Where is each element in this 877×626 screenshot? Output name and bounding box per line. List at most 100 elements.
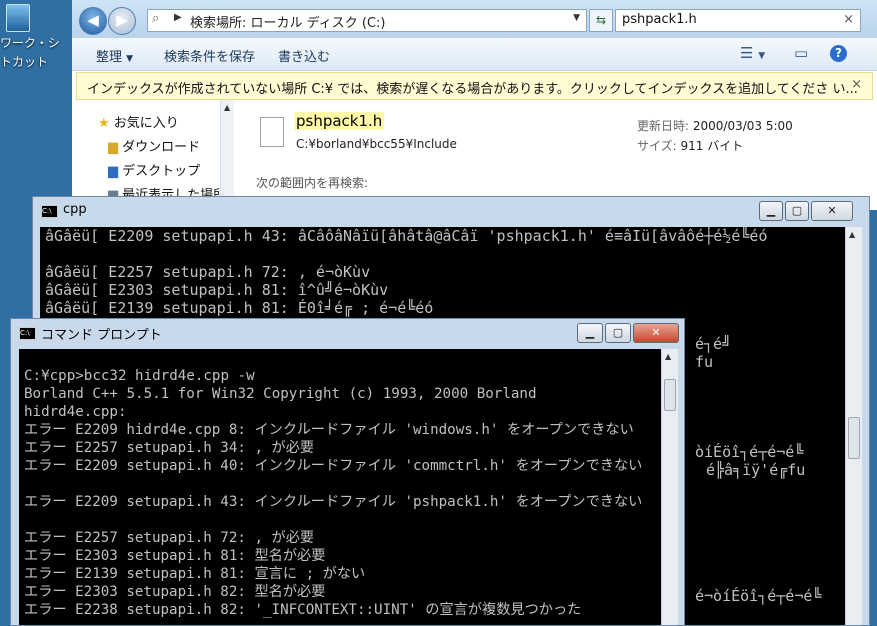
console-line: âGâëü[ E2139 setupapi.h 81: É0î╛é╔ ; é¬é… — [45, 299, 434, 317]
maximize-icon: ▢ — [612, 326, 624, 339]
command-prompt-window: C:\ コマンド プロンプト ▁ ▢ ✕ C:¥cpp>bcc32 hidrd4… — [10, 318, 685, 626]
back-arrow-icon: ◀ — [87, 11, 99, 29]
scroll-up-icon[interactable]: ▲ — [849, 230, 855, 239]
close-button[interactable]: ✕ — [633, 323, 679, 343]
scroll-up-icon[interactable]: ▲ — [665, 352, 671, 361]
desktop-network-shortcut[interactable]: ワーク・シ トカット — [0, 0, 72, 80]
console-line: エラー E2209 setupapi.h 43: インクルードファイル 'psh… — [24, 494, 643, 510]
console-line: エラー E2209 setupapi.h 40: インクルードファイル 'com… — [24, 458, 643, 474]
file-icon — [260, 117, 284, 147]
navigation-pane: ★ お気に入り ▆ ダウンロード ▆ デスクトップ ▆ 最近表示した場所 ▲ — [72, 100, 235, 210]
scroll-up-icon[interactable]: ▲ — [224, 103, 230, 112]
desktop-icon-label-line1: ワーク・シ — [0, 36, 60, 50]
address-bar[interactable]: ⌕ ▶ 検索場所: ローカル ディスク (C:) ▼ — [147, 9, 587, 32]
console-line: エラー E2257 setupapi.h 34: , が必要 — [24, 440, 315, 456]
breadcrumb-chevron-icon: ▶ — [174, 12, 182, 23]
address-dropdown-icon[interactable]: ▼ — [573, 13, 580, 23]
burn-button[interactable]: 書き込む — [278, 46, 330, 65]
console-line: エラー E2303 setupapi.h 82: 型名が必要 — [24, 584, 326, 600]
explorer-window: ◀ ▶ ⌕ ▶ 検索場所: ローカル ディスク (C:) ▼ ⇆ pshpack… — [72, 0, 877, 210]
address-text: 検索場所: ローカル ディスク (C:) — [190, 16, 386, 31]
console-line: エラー E2257 setupapi.h 72: , が必要 — [24, 530, 315, 546]
star-icon: ★ — [98, 116, 110, 131]
cmd-console-output[interactable]: C:¥cpp>bcc32 hidrd4e.cpp -w Borland C++ 5… — [19, 349, 661, 625]
search-input[interactable]: pshpack1.h × — [615, 9, 861, 32]
forward-arrow-icon: ▶ — [116, 11, 128, 29]
close-icon: ✕ — [827, 204, 837, 217]
help-icon[interactable]: ? — [830, 45, 847, 62]
close-button[interactable]: ✕ — [811, 201, 853, 221]
result-modified: 更新日時: 2000/03/03 5:00 — [637, 117, 793, 134]
console-line: エラー E2238 setupapi.h 82: '_INFCONTEXT::U… — [24, 602, 582, 618]
cpp-console-scrollbar[interactable]: ▲ — [845, 227, 862, 625]
modified-label: 更新日時: — [637, 119, 690, 133]
result-path: C:¥borland¥bcc55¥Include — [296, 137, 457, 151]
search-folder-icon: ⌕ — [152, 11, 160, 26]
maximize-icon: ▢ — [791, 204, 803, 217]
command-bar: 整理 ▼ 検索条件を保存 書き込む ☰ ▼ ▭ ? — [72, 38, 877, 71]
nav-item-label: デスクトップ — [122, 164, 201, 179]
desktop-icon-label-line2: トカット — [0, 55, 49, 69]
minimize-button[interactable]: ▁ — [759, 201, 783, 221]
size-value: 911 バイト — [680, 139, 744, 153]
console-icon: C:\ — [41, 205, 58, 218]
network-icon — [6, 4, 30, 32]
cmd-console-lines: C:¥cpp>bcc32 hidrd4e.cpp -w Borland C++ 5… — [24, 349, 642, 619]
minimize-icon: ▁ — [766, 204, 776, 217]
favorites-node[interactable]: ★ お気に入り — [98, 112, 179, 131]
console-line: C:¥cpp>bcc32 hidrd4e.cpp -w — [24, 368, 255, 384]
refresh-icon: ⇆ — [595, 13, 607, 27]
preview-pane-icon[interactable]: ▭ — [794, 44, 808, 62]
scrollbar-thumb[interactable] — [664, 379, 676, 411]
clear-search-icon[interactable]: × — [843, 12, 854, 27]
close-icon[interactable]: × — [851, 77, 862, 92]
console-line: âGâëü[ E2209 setupapi.h 43: âCâôâNâïü[âh… — [45, 227, 768, 245]
scrollbar-thumb[interactable] — [848, 417, 860, 459]
console-line: エラー E2209 hidrd4e.cpp 8: インクルードファイル 'win… — [24, 422, 634, 438]
close-icon: ✕ — [651, 326, 661, 339]
result-filename[interactable]: pshpack1.h — [294, 112, 385, 130]
organize-label: 整理 — [96, 50, 123, 65]
cmd-console-scrollbar[interactable]: ▲ — [661, 349, 678, 625]
console-line: エラー E2303 setupapi.h 81: 型名が必要 — [24, 548, 326, 564]
back-button[interactable]: ◀ — [79, 7, 107, 35]
nav-item-downloads[interactable]: ▆ ダウンロード — [108, 136, 200, 155]
index-warning-infobar[interactable]: インデックスが作成されていない場所 C:¥ では、検索が遅くなる場合があります。… — [76, 72, 873, 100]
nav-item-label: ダウンロード — [122, 140, 201, 155]
refresh-button[interactable]: ⇆ — [589, 9, 613, 32]
cpp-garbled-fragment: fu — [695, 353, 714, 371]
desktop-icon: ▆ — [108, 164, 118, 179]
size-label: サイズ: — [637, 139, 677, 153]
infobar-text: インデックスが作成されていない場所 C:¥ では、検索が遅くなる場合があります。… — [87, 82, 858, 97]
search-result-item[interactable]: pshpack1.h C:¥borland¥bcc55¥Include 更新日時… — [234, 100, 877, 210]
console-line: âGâëü[ E2257 setupapi.h 72: , é¬òKùv — [45, 263, 371, 281]
cpp-window-title: cpp — [63, 202, 87, 217]
maximize-button[interactable]: ▢ — [785, 201, 809, 221]
nav-item-desktop[interactable]: ▆ デスクトップ — [108, 160, 200, 179]
chevron-down-icon: ▼ — [126, 54, 134, 64]
organize-button[interactable]: 整理 ▼ — [96, 46, 133, 65]
explorer-address-bar-area: ◀ ▶ ⌕ ▶ 検索場所: ローカル ディスク (C:) ▼ ⇆ pshpack… — [72, 0, 877, 38]
cpp-window-titlebar[interactable]: C:\ cpp ▁ ▢ ✕ — [33, 197, 869, 225]
maximize-button[interactable]: ▢ — [605, 323, 631, 343]
forward-button[interactable]: ▶ — [108, 7, 136, 35]
desktop-icon-label: ワーク・シ トカット — [0, 34, 72, 72]
cpp-console-lines: âGâëü[ E2209 setupapi.h 43: âCâôâNâïü[âh… — [45, 227, 767, 317]
cmd-window-titlebar[interactable]: C:\ コマンド プロンプト ▁ ▢ ✕ — [11, 319, 684, 347]
view-options-icon[interactable]: ☰ ▼ — [740, 44, 765, 62]
console-line: âGâëü[ E2303 setupapi.h 81: î^û╝é¬òKùv — [45, 281, 389, 299]
nav-pane-scrollbar[interactable]: ▲ — [220, 100, 235, 210]
save-search-button[interactable]: 検索条件を保存 — [164, 46, 255, 65]
research-in-label: 次の範囲内を再検索: — [256, 176, 369, 190]
console-line: エラー E2139 setupapi.h 81: 宣言に ; がない — [24, 566, 366, 582]
minimize-icon: ▁ — [585, 326, 595, 339]
console-line: hidrd4e.cpp: — [24, 404, 127, 420]
minimize-button[interactable]: ▁ — [577, 323, 603, 343]
cpp-garbled-fragment: òíÉöî┐é┬é¬é╚ — [695, 443, 804, 461]
modified-value: 2000/03/03 5:00 — [692, 119, 793, 133]
cmd-window-title: コマンド プロンプト — [41, 328, 162, 343]
